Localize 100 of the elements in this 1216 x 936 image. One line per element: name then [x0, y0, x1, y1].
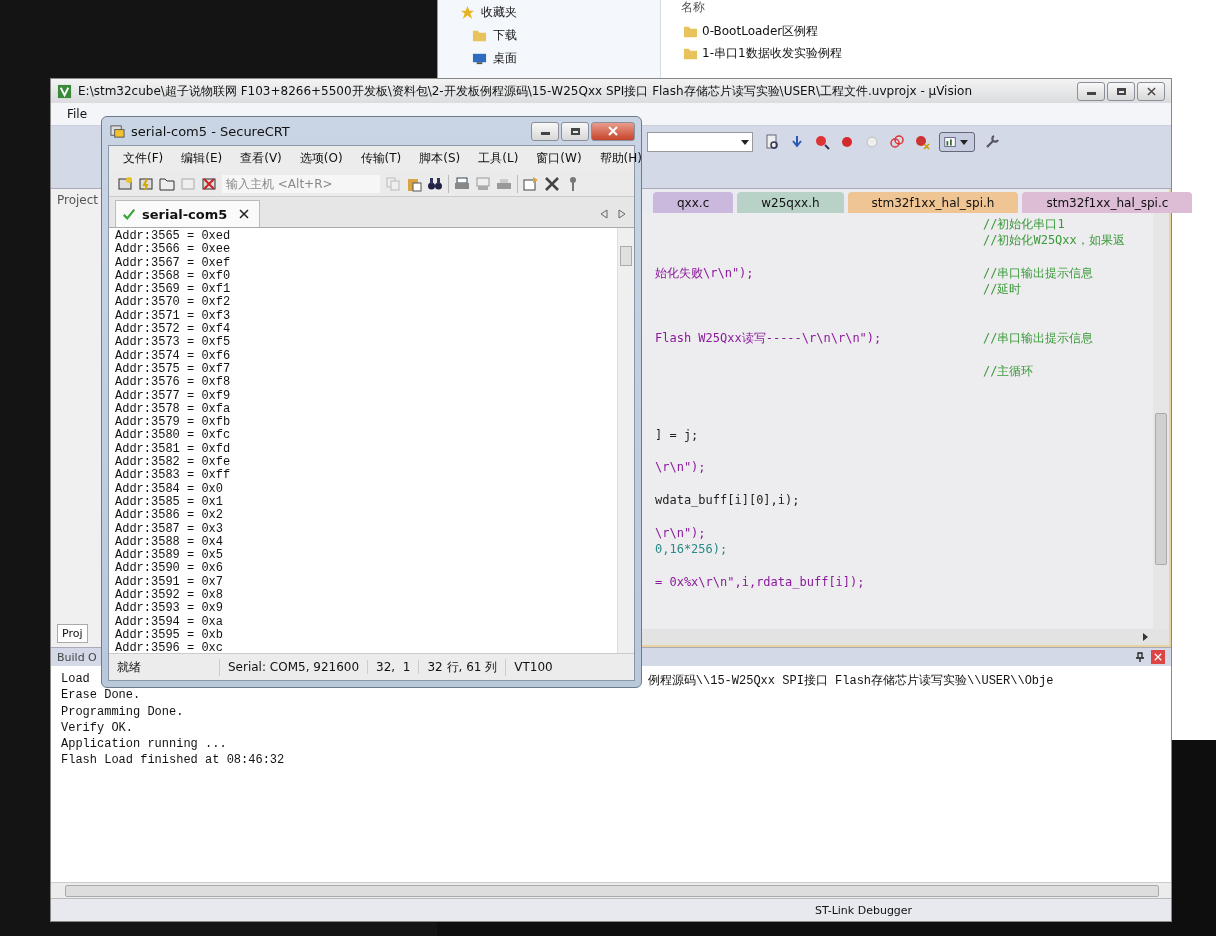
sidebar-item[interactable]: 收藏夹 — [460, 3, 660, 22]
terminal-line: Addr:3568 = 0xf0 — [115, 269, 232, 283]
scroll-right-icon[interactable] — [1141, 633, 1149, 641]
close-button[interactable] — [1137, 81, 1165, 101]
terminal-line: Addr:3581 = 0xfd — [115, 442, 232, 456]
code-comment: //串口输出提示信息 — [983, 330, 1094, 347]
menu-item[interactable]: 选项(O) — [299, 150, 343, 167]
caret-icon — [741, 137, 749, 146]
maximize-button[interactable] — [561, 121, 589, 141]
terminal-line: Addr:3576 = 0xf8 — [115, 376, 232, 390]
window-icon[interactable] — [523, 175, 539, 192]
menu-item[interactable]: 传输(T) — [360, 150, 402, 167]
host-input-field[interactable]: 输入主机 <Alt+R> — [222, 174, 380, 193]
menu-item[interactable]: 文件(F) — [123, 150, 164, 167]
terminal-line: Addr:3566 = 0xee — [115, 243, 232, 257]
status-text: ST-Link Debugger — [815, 903, 913, 917]
output-line: Application running ... — [61, 737, 227, 754]
breakpoint-kill-icon[interactable] — [914, 133, 930, 150]
printer-icon[interactable] — [454, 175, 470, 192]
terminal-line: Addr:3571 = 0xf3 — [115, 309, 232, 323]
window-title: E:\stm32cube\超子说物联网 F103+8266+5500开发板\资料包\2-开发板例程源码\15-W25Qxx SPI接口 Flash存储芯片读写实验\USER\工程文件.uvprojx - µVision — [78, 82, 973, 100]
project-tab[interactable]: Proj — [57, 624, 88, 643]
sidebar-item[interactable]: 下载 — [460, 26, 660, 45]
code-comment: //初始化串口1 — [983, 216, 1065, 233]
menu-item[interactable]: 查看(V) — [240, 150, 282, 167]
code-text: \r\n"); — [655, 460, 706, 475]
scrollbar[interactable] — [51, 882, 1171, 898]
scrollbar[interactable] — [1153, 213, 1169, 629]
file-tab[interactable]: qxx.c — [653, 192, 734, 213]
menu-item[interactable]: 帮助(H) — [599, 150, 642, 167]
folder-item[interactable]: 0-BootLoader区例程 — [681, 22, 842, 40]
output-line: Programming Done. — [61, 704, 184, 721]
terminal-line: Addr:3572 = 0xf4 — [115, 323, 232, 337]
panel-title: Build O — [57, 650, 97, 664]
code-comment: //延时 — [983, 281, 1022, 298]
code-text: wdata_buff[i][0],i); — [655, 493, 800, 508]
chart-icon — [943, 134, 957, 149]
terminal-output[interactable] — [109, 227, 634, 653]
menu-item[interactable]: 编辑(E) — [181, 150, 223, 167]
file-tab[interactable]: w25qxx.h — [737, 192, 844, 213]
output-line: Load — [61, 672, 90, 688]
terminal-line: Addr:3594 = 0xa — [115, 615, 225, 629]
terminal-line: Addr:3583 = 0xff — [115, 469, 232, 483]
debug-icon[interactable] — [814, 133, 830, 150]
menu-item[interactable]: 脚本(S) — [419, 150, 461, 167]
terminal-line: Addr:3565 = 0xed — [115, 230, 232, 243]
minimize-button[interactable] — [531, 121, 559, 141]
folder-item[interactable]: 1-串口1数据收发实验例程 — [681, 44, 842, 62]
close-icon[interactable] — [239, 209, 250, 219]
close-button[interactable] — [1151, 650, 1165, 664]
terminal-line: Addr:3578 = 0xfa — [115, 402, 232, 416]
project-pane-title: Project — [57, 193, 100, 207]
menu-item[interactable]: 窗口(W) — [536, 150, 582, 167]
sidebar-item[interactable]: 桌面 — [460, 49, 660, 68]
code-text: 0,16*256); — [655, 541, 728, 556]
terminal-line: Addr:3579 = 0xfb — [115, 416, 232, 430]
scrollbar[interactable] — [617, 228, 634, 653]
terminal-line: Addr:3569 = 0xf1 — [115, 283, 232, 297]
code-text: ] = j; — [655, 427, 699, 442]
code-comment: //主循环 — [983, 362, 1034, 379]
terminal-line: Addr:3590 = 0x6 — [115, 562, 225, 576]
menu-item[interactable]: File — [67, 107, 88, 121]
close-button[interactable] — [591, 121, 635, 141]
document-search-icon[interactable] — [764, 133, 780, 150]
caret-icon — [960, 137, 968, 146]
terminal-line: Addr:3596 = 0xc — [115, 642, 225, 653]
window-layout-button[interactable] — [939, 131, 975, 152]
scroll-left-icon[interactable] — [600, 209, 608, 219]
session-tab[interactable]: serial-com5 — [115, 200, 261, 227]
status-field: 就绪 — [109, 658, 220, 676]
folder-icon — [472, 28, 487, 43]
download-icon[interactable] — [789, 133, 805, 150]
lightning-icon[interactable] — [138, 175, 154, 192]
app-icon — [110, 123, 125, 139]
folder-icon[interactable] — [159, 175, 175, 192]
disconnect-icon[interactable] — [201, 175, 217, 192]
status-field: 32, 1 — [368, 660, 420, 674]
rings-icon[interactable] — [889, 133, 905, 150]
column-header[interactable]: 名称 — [681, 0, 842, 18]
file-tab[interactable]: stm32f1xx_hal_spi.h — [847, 192, 1019, 213]
terminal-line: Addr:3584 = 0x0 — [115, 482, 225, 496]
menu-item[interactable]: 工具(L) — [478, 150, 519, 167]
connect-icon[interactable] — [117, 175, 133, 192]
binoculars-icon[interactable] — [427, 175, 443, 192]
output-line: Erase Done. — [61, 688, 141, 705]
terminal-line: Addr:3592 = 0x8 — [115, 589, 225, 602]
minimize-button[interactable] — [1077, 81, 1105, 101]
wrench-icon[interactable] — [984, 133, 1000, 150]
terminal-line: Addr:3589 = 0x5 — [115, 549, 225, 563]
close-icon — [1146, 86, 1156, 96]
maximize-button[interactable] — [1107, 81, 1135, 101]
close-icon — [1154, 653, 1162, 661]
desktop-icon — [472, 51, 487, 66]
file-tab[interactable]: stm32f1xx_hal_spi.c — [1022, 192, 1193, 213]
target-dropdown[interactable] — [647, 131, 753, 152]
terminal-line: Addr:3595 = 0xb — [115, 628, 225, 642]
terminal-line: Addr:3591 = 0x7 — [115, 575, 225, 589]
pin-icon[interactable] — [1135, 652, 1145, 662]
terminal-line: Addr:3588 = 0x4 — [115, 535, 225, 549]
terminal-line: Addr:3570 = 0xf2 — [115, 296, 232, 310]
